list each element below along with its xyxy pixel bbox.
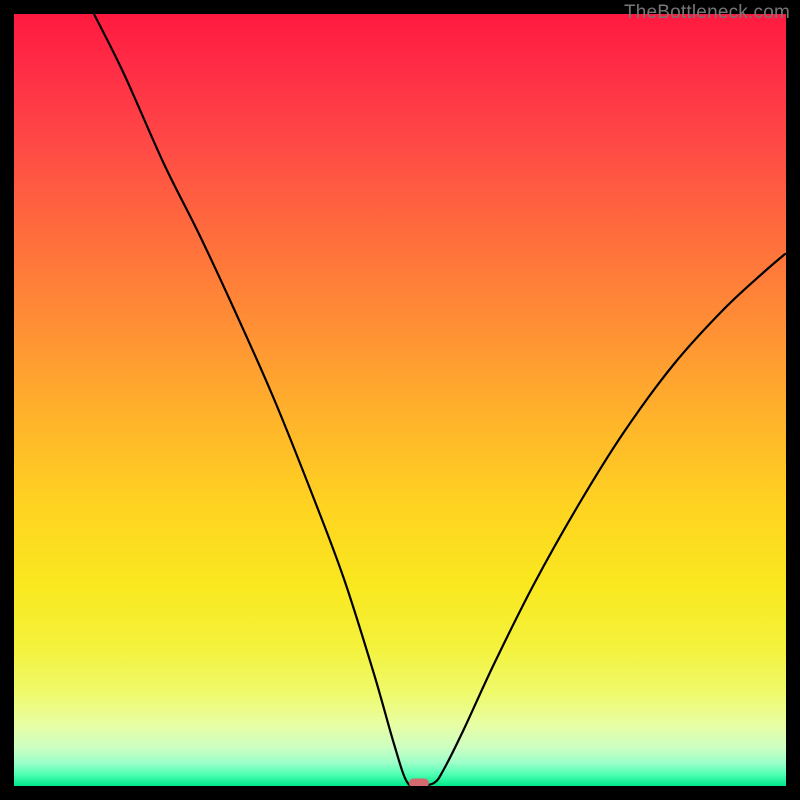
plot-area bbox=[14, 14, 786, 786]
watermark-text: TheBottleneck.com bbox=[624, 2, 790, 24]
chart-frame: TheBottleneck.com bbox=[0, 0, 800, 800]
optimal-point-marker bbox=[409, 779, 429, 787]
bottleneck-curve bbox=[14, 14, 786, 786]
